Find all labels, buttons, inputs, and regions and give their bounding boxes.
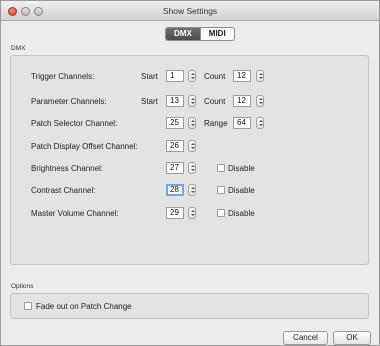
contrast-channel-stepper[interactable] [188, 184, 196, 196]
fade-out-label: Fade out on Patch Change [36, 302, 132, 311]
parameter-count-label: Count [204, 97, 226, 106]
patch-selector-channel-label: Patch Selector Channel: [31, 119, 118, 128]
patch-range-stepper[interactable] [256, 117, 264, 129]
patch-display-offset-field[interactable]: 26 [166, 140, 184, 152]
parameter-count-stepper[interactable] [256, 95, 264, 107]
cancel-button[interactable]: Cancel [283, 331, 328, 345]
parameter-start-field[interactable]: 13 [166, 95, 184, 107]
patch-selector-stepper[interactable] [188, 117, 196, 129]
dmx-group-box [10, 55, 369, 265]
options-group-label: Options [11, 283, 34, 290]
master-volume-channel-stepper[interactable] [188, 207, 196, 219]
patch-range-field[interactable]: 64 [233, 117, 251, 129]
trigger-count-label: Count [204, 72, 226, 81]
dmx-group-label: DMX [11, 45, 26, 52]
brightness-disable-label: Disable [228, 164, 255, 173]
parameter-count-field[interactable]: 12 [233, 95, 251, 107]
trigger-count-stepper[interactable] [256, 70, 264, 82]
parameter-channels-label: Parameter Channels: [31, 97, 107, 106]
tab-switcher: DMX MIDI [165, 27, 235, 41]
tab-dmx[interactable]: DMX [166, 28, 200, 40]
trigger-start-stepper[interactable] [188, 70, 196, 82]
brightness-channel-stepper[interactable] [188, 162, 196, 174]
show-settings-window: Show Settings DMX MIDI DMX Trigger Chann… [0, 0, 380, 346]
contrast-disable-checkbox[interactable] [217, 186, 225, 194]
patch-range-label: Range [204, 119, 228, 128]
patch-display-offset-label: Patch Display Offset Channel: [31, 142, 138, 151]
title-bar: Show Settings [1, 1, 379, 21]
master-volume-channel-label: Master Volume Channel: [31, 209, 119, 218]
brightness-disable-checkbox[interactable] [217, 164, 225, 172]
trigger-count-field[interactable]: 12 [233, 70, 251, 82]
contrast-channel-field[interactable]: 28 [166, 184, 184, 196]
master-volume-channel-field[interactable]: 29 [166, 207, 184, 219]
trigger-channels-label: Trigger Channels: [31, 72, 95, 81]
parameter-start-label: Start [141, 97, 158, 106]
fade-out-checkbox[interactable] [24, 302, 32, 310]
master-volume-disable-checkbox[interactable] [217, 209, 225, 217]
contrast-channel-label: Contrast Channel: [31, 186, 96, 195]
tab-midi[interactable]: MIDI [199, 28, 234, 40]
contrast-disable-label: Disable [228, 186, 255, 195]
parameter-start-stepper[interactable] [188, 95, 196, 107]
brightness-channel-label: Brightness Channel: [31, 164, 104, 173]
window-title: Show Settings [162, 6, 218, 16]
ok-button[interactable]: OK [333, 331, 371, 345]
brightness-channel-field[interactable]: 27 [166, 162, 184, 174]
patch-selector-field[interactable]: 25 [166, 117, 184, 129]
trigger-start-label: Start [141, 72, 158, 81]
master-volume-disable-label: Disable [228, 209, 255, 218]
trigger-start-field[interactable]: 1 [166, 70, 184, 82]
patch-display-offset-stepper[interactable] [188, 140, 196, 152]
